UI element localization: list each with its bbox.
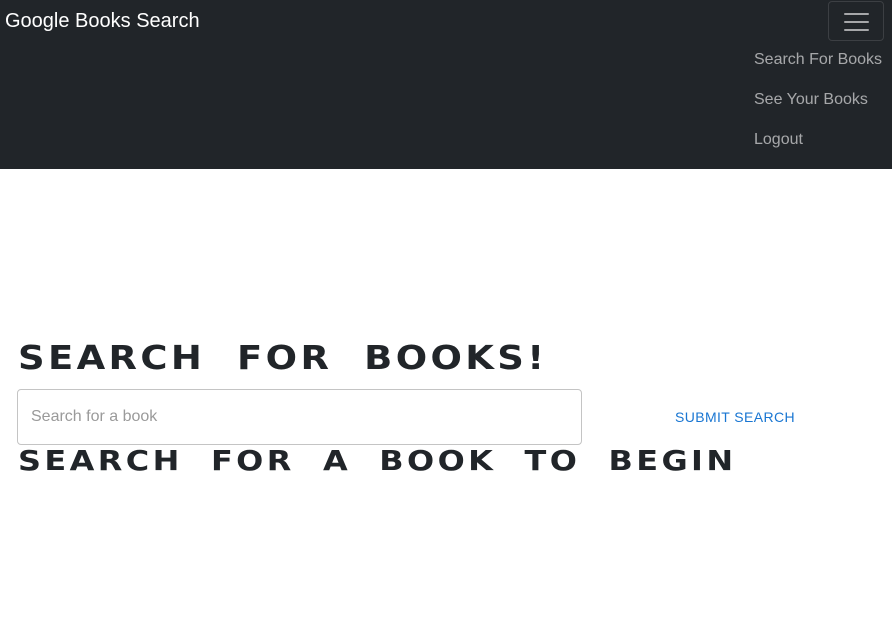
- nav-link-search-for-books[interactable]: Search For Books: [754, 51, 882, 68]
- results-heading: Search for a book to begin: [18, 444, 737, 477]
- navbar-toggler-button[interactable]: [828, 1, 884, 41]
- navbar-brand[interactable]: Google Books Search: [5, 9, 200, 33]
- nav-link-see-your-books[interactable]: See Your Books: [754, 91, 868, 108]
- submit-search-button[interactable]: Submit Search: [660, 399, 810, 435]
- nav-item-saved: See Your Books: [754, 80, 882, 120]
- nav-link-logout[interactable]: Logout: [754, 131, 803, 148]
- nav-item-logout: Logout: [754, 120, 882, 160]
- search-input[interactable]: [17, 389, 582, 445]
- page-title: Search for Books!: [18, 338, 548, 377]
- nav-menu: Search For Books See Your Books Logout: [754, 40, 882, 160]
- hamburger-menu-icon: [844, 13, 869, 31]
- top-navbar: Google Books Search Search For Books See…: [0, 0, 892, 169]
- nav-item-search: Search For Books: [754, 40, 882, 80]
